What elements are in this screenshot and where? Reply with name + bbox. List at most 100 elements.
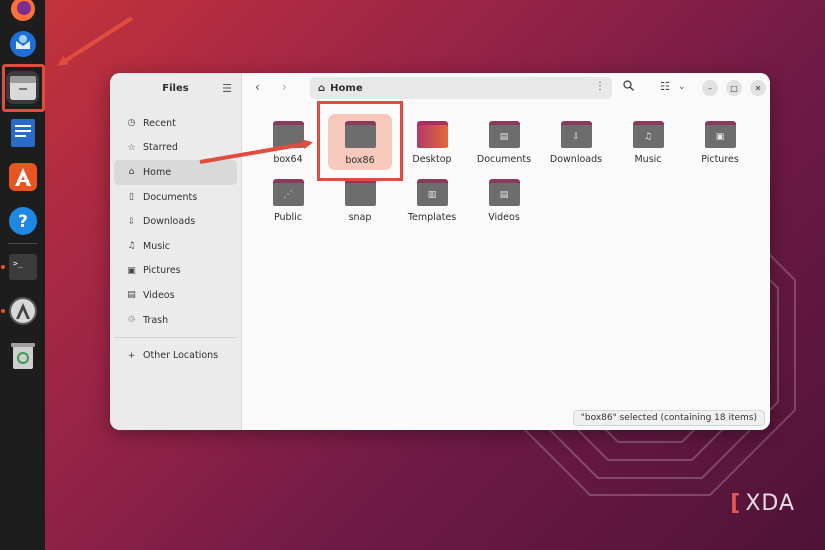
close-button[interactable]: ✕ — [750, 80, 766, 96]
music-icon: ♫ — [127, 241, 136, 252]
sidebar-item-label: Downloads — [143, 216, 196, 228]
terminal-icon[interactable]: >_ — [6, 250, 39, 283]
watermark-text: XDA — [745, 491, 795, 516]
public-folder-icon: ⋰ — [272, 179, 304, 206]
path-menu-icon[interactable]: ⋮ — [595, 81, 605, 92]
hamburger-menu-icon[interactable]: ☰ — [222, 82, 232, 95]
folder-label: Documents — [476, 154, 532, 165]
running-indicator — [1, 309, 5, 313]
sidebar-item-videos[interactable]: ▤ Videos — [114, 283, 237, 308]
folder-item[interactable]: ▣ Pictures — [684, 121, 756, 165]
dock-annotation-arrow — [57, 16, 134, 66]
folder-label: Pictures — [701, 154, 739, 165]
home-icon: ⌂ — [318, 82, 326, 94]
minimize-button[interactable]: – — [702, 80, 718, 96]
dock: ? >_ — [0, 0, 45, 550]
folder-item[interactable]: ⇩ Downloads — [540, 121, 612, 165]
thunderbird-icon[interactable] — [6, 27, 39, 60]
app-title: Files — [162, 82, 189, 94]
chevron-down-icon[interactable]: ⌄ — [678, 82, 686, 92]
music-folder-icon: ♫ — [632, 121, 664, 148]
home-icon: ⌂ — [128, 167, 135, 178]
sidebar-item-pictures[interactable]: ▣ Pictures — [114, 259, 237, 284]
places-list: ◷ Recent ☆ Starred ⌂ Home ▯ Documents ⇩ Downl… — [110, 103, 241, 368]
folder-icon — [344, 179, 376, 206]
folder-item[interactable]: Desktop — [396, 121, 468, 165]
sidebar-item-trash[interactable]: ♲ Trash — [114, 308, 237, 333]
trash-icon: ♲ — [127, 315, 136, 326]
picture-icon: ▣ — [127, 265, 136, 276]
sidebar-item-label: Music — [143, 240, 171, 252]
svg-text:>_: >_ — [13, 259, 23, 268]
maximize-button[interactable]: □ — [726, 80, 742, 96]
folder-item[interactable]: ⋰ Public — [252, 179, 324, 223]
sidebar-item-downloads[interactable]: ⇩ Downloads — [114, 209, 237, 234]
sidebar-item-home[interactable]: ⌂ Home — [114, 160, 237, 185]
app-center-icon[interactable] — [6, 160, 39, 193]
path-label: Home — [330, 82, 363, 94]
star-icon: ☆ — [127, 142, 136, 153]
folder-item[interactable]: ♫ Music — [612, 121, 684, 165]
sidebar-item-label: Pictures — [143, 265, 181, 277]
folder-item[interactable]: ▤ Documents — [468, 121, 540, 165]
sidebar-item-label: Documents — [143, 191, 198, 203]
folder-highlight-annotation — [317, 101, 403, 181]
desktop-folder-icon — [416, 121, 448, 148]
sidebar-divider — [114, 337, 237, 339]
clock-icon: ◷ — [127, 118, 136, 129]
sidebar-item-label: Trash — [143, 314, 169, 326]
folder-item[interactable]: ▤ Videos — [468, 179, 540, 223]
folder-label: Music — [634, 154, 662, 165]
documents-folder-icon: ▤ — [488, 121, 520, 148]
header-bar: ‹ › ⌂ Home ⋮ ☷ ⌄ – □ ✕ — [242, 73, 770, 103]
forward-button[interactable]: › — [282, 80, 287, 94]
writer-icon[interactable] — [6, 116, 39, 149]
firefox-icon[interactable] — [6, 0, 39, 25]
search-icon[interactable] — [623, 80, 634, 94]
files-window: Files ☰ ◷ Recent ☆ Starred ⌂ Home ▯ Document… — [110, 73, 770, 430]
sidebar-item-other-locations[interactable]: + Other Locations — [114, 343, 237, 368]
folder-label: Public — [273, 212, 303, 223]
document-icon: ▯ — [129, 192, 134, 203]
view-list-icon[interactable]: ☷ — [660, 80, 670, 93]
downloads-folder-icon: ⇩ — [560, 121, 592, 148]
sidebar-item-label: Other Locations — [143, 350, 219, 362]
folder-item[interactable]: ▥ Templates — [396, 179, 468, 223]
download-icon: ⇩ — [127, 216, 136, 227]
folder-label: Desktop — [412, 154, 452, 165]
sidebar-item-label: Starred — [143, 142, 178, 154]
sidebar: Files ☰ ◷ Recent ☆ Starred ⌂ Home ▯ Document… — [110, 73, 242, 430]
sidebar-item-recent[interactable]: ◷ Recent — [114, 111, 237, 136]
folder-item[interactable]: snap — [324, 179, 396, 223]
plus-icon: + — [127, 350, 136, 361]
help-icon[interactable]: ? — [6, 204, 39, 237]
sidebar-item-music[interactable]: ♫ Music — [114, 234, 237, 259]
videos-folder-icon: ▤ — [488, 179, 520, 206]
folder-label: Videos — [488, 212, 520, 223]
sidebar-item-label: Recent — [143, 117, 176, 129]
folder-label: box64 — [273, 154, 303, 165]
status-bar: "box86" selected (containing 18 items) — [572, 410, 765, 426]
xda-watermark: [ XDA — [730, 491, 795, 516]
running-indicator — [1, 265, 5, 269]
video-icon: ▤ — [127, 290, 136, 301]
templates-folder-icon: ▥ — [416, 179, 448, 206]
sidebar-item-documents[interactable]: ▯ Documents — [114, 185, 237, 210]
path-bar[interactable]: ⌂ Home ⋮ — [310, 77, 612, 99]
folder-icon — [272, 121, 304, 148]
folder-label: snap — [348, 212, 372, 223]
software-updater-icon[interactable] — [6, 294, 39, 327]
folder-item[interactable]: box64 — [252, 121, 324, 165]
trash-dock-icon[interactable] — [6, 338, 39, 371]
dock-separator — [8, 243, 37, 244]
folder-label: Downloads — [549, 154, 603, 165]
sidebar-item-label: Home — [143, 166, 172, 178]
xda-logo-icon: [ — [730, 491, 742, 516]
sidebar-item-starred[interactable]: ☆ Starred — [114, 136, 237, 161]
back-button[interactable]: ‹ — [255, 80, 260, 94]
pictures-folder-icon: ▣ — [704, 121, 736, 148]
sidebar-item-label: Videos — [143, 289, 175, 301]
sidebar-header: Files ☰ — [110, 73, 241, 103]
folder-label: Templates — [407, 212, 457, 223]
dock-highlight-annotation — [2, 64, 45, 112]
